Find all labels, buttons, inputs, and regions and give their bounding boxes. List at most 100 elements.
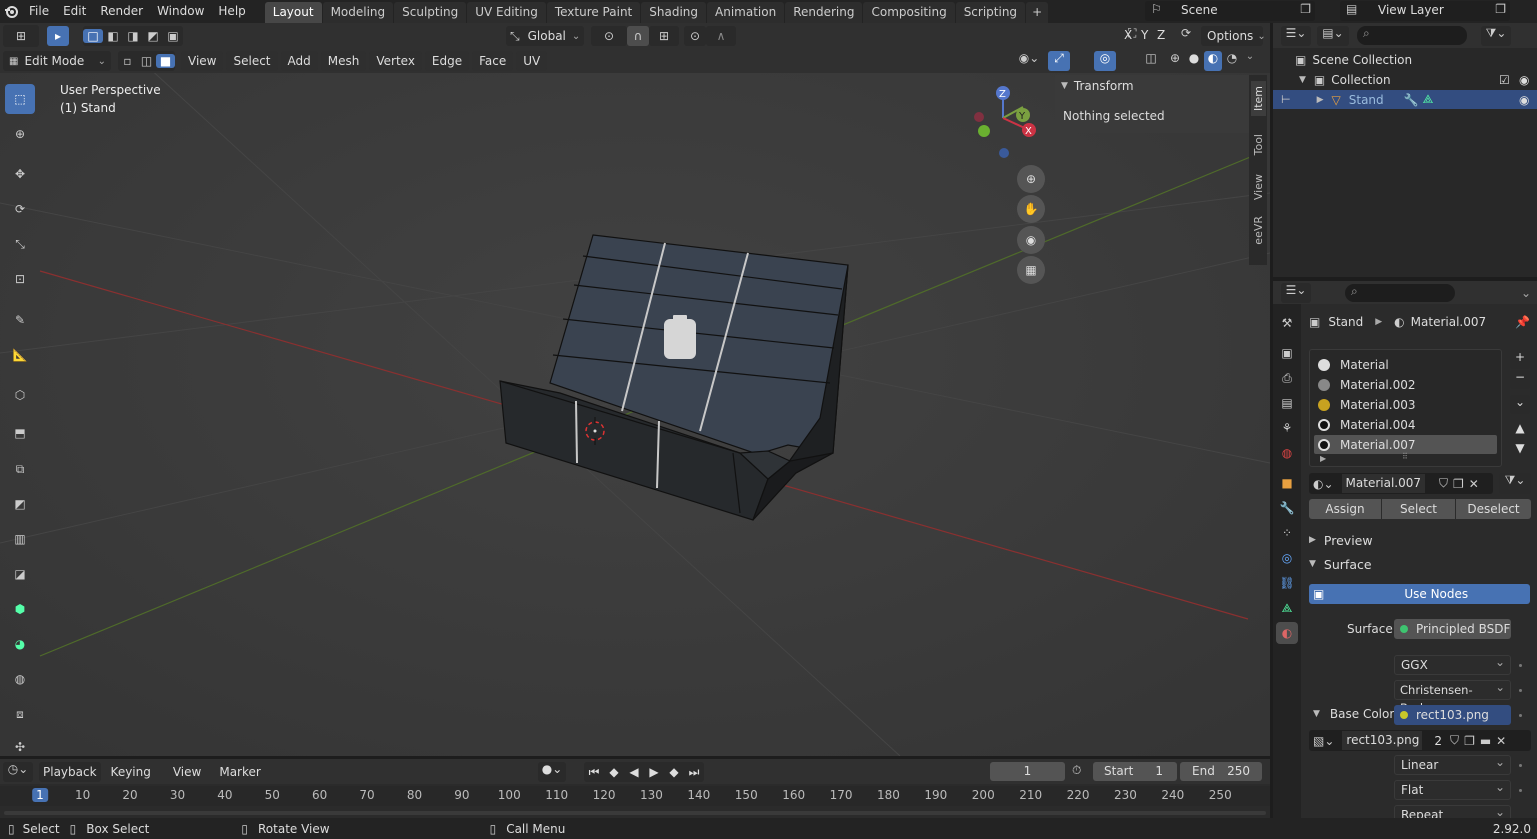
timeline-scrollbar[interactable]: [4, 811, 1266, 815]
material-browse-icon[interactable]: ◐⌄: [1313, 477, 1334, 491]
editor-type-icon[interactable]: ☰⌄: [1281, 282, 1311, 303]
expand-arrow-icon[interactable]: ▼: [1299, 75, 1306, 85]
collapse-arrow-icon[interactable]: ▼: [1061, 81, 1068, 91]
tool-icon[interactable]: ⊞: [3, 25, 39, 47]
tab-shading[interactable]: Shading: [641, 1, 706, 23]
blender-logo-icon[interactable]: [0, 0, 22, 23]
physics-tab-icon[interactable]: ◎: [1276, 547, 1298, 569]
use-nodes-button[interactable]: ▣ Use Nodes: [1309, 584, 1530, 604]
edge-slide-tool-icon[interactable]: ⧈: [5, 699, 35, 729]
menu-keying[interactable]: Keying: [107, 762, 155, 782]
material-slot[interactable]: Material.002: [1314, 375, 1497, 394]
collapse-arrow-icon[interactable]: ▼: [1313, 709, 1320, 719]
extrude-tool-icon[interactable]: ⬒: [5, 418, 35, 448]
filter-icon[interactable]: ⧩⌄: [1481, 25, 1511, 46]
material-name-field[interactable]: Material.007: [1341, 474, 1425, 493]
menu-uv[interactable]: UV: [516, 51, 548, 71]
smooth-tool-icon[interactable]: ◍: [5, 664, 35, 694]
vertex-select-icon[interactable]: ▫: [118, 54, 137, 68]
menu-playback[interactable]: Playback: [39, 761, 101, 782]
tab-uv-editing[interactable]: UV Editing: [467, 1, 546, 23]
tab-item[interactable]: Item: [1251, 81, 1266, 117]
cursor-tool-icon[interactable]: ⊕: [5, 119, 35, 149]
mode-new-icon[interactable]: □: [83, 29, 103, 43]
tab-view[interactable]: View: [1251, 171, 1266, 203]
particles-tab-icon[interactable]: ⁘: [1276, 522, 1298, 544]
shading-material-icon[interactable]: ◐: [1204, 51, 1222, 71]
fake-user-icon[interactable]: ⛉: [1439, 476, 1448, 491]
mirror-x-button[interactable]: X: [1124, 28, 1132, 42]
material-slots-list[interactable]: Material Material.002 Material.003 Mater…: [1309, 349, 1502, 467]
current-frame-field[interactable]: 1: [990, 762, 1065, 781]
end-frame-field[interactable]: End 250: [1180, 762, 1262, 781]
start-frame-field[interactable]: Start 1: [1093, 762, 1177, 781]
edge-select-icon[interactable]: ◫: [137, 54, 156, 68]
add-slot-button[interactable]: +: [1510, 350, 1530, 369]
image-users-count[interactable]: 2: [1434, 734, 1442, 748]
tab-compositing[interactable]: Compositing: [863, 1, 955, 23]
object-tab-icon[interactable]: ■: [1276, 472, 1298, 494]
menu-file[interactable]: File: [22, 0, 56, 23]
pivot-icon[interactable]: ⊙: [591, 26, 627, 46]
fake-user-icon[interactable]: ⛉: [1450, 733, 1459, 748]
interpolation-dropdown[interactable]: Linear: [1394, 753, 1511, 775]
editor-type-icon[interactable]: ◷⌄: [3, 761, 33, 782]
move-tool-icon[interactable]: ✥: [5, 159, 35, 189]
outliner-row-collection[interactable]: ▼ ▣ Collection ☑ ◉: [1273, 70, 1537, 89]
rotate-tool-icon[interactable]: ⟳: [5, 194, 35, 224]
base-color-field[interactable]: rect103.png: [1394, 705, 1511, 725]
scale-tool-icon[interactable]: ⤡: [5, 229, 35, 259]
annotate-tool-icon[interactable]: ✎: [5, 305, 35, 335]
snap-toggle-icon[interactable]: ∩: [627, 26, 649, 46]
modifier-tab-icon[interactable]: 🔧: [1276, 497, 1298, 519]
eye-icon[interactable]: ◉: [1519, 93, 1529, 107]
render-tab-icon[interactable]: ▣: [1276, 342, 1298, 364]
menu-face[interactable]: Face: [472, 51, 514, 71]
checkbox-icon[interactable]: ☑: [1499, 73, 1510, 87]
new-scene-icon[interactable]: ❐: [1300, 2, 1311, 16]
menu-mesh[interactable]: Mesh: [320, 51, 367, 71]
view-layer-tab-icon[interactable]: ▤: [1276, 392, 1298, 414]
jump-start-icon[interactable]: ⏮: [584, 765, 604, 780]
duplicate-icon[interactable]: ❐: [1464, 734, 1475, 748]
image-browse-icon[interactable]: ▧⌄: [1313, 734, 1334, 748]
tool-tab-icon[interactable]: ⚒: [1276, 312, 1298, 334]
material-slot[interactable]: Material: [1314, 355, 1497, 374]
menu-edit[interactable]: Edit: [56, 0, 93, 23]
slot-specials-button[interactable]: ⌄: [1510, 395, 1530, 414]
extension-dropdown[interactable]: Repeat: [1394, 803, 1511, 818]
inset-tool-icon[interactable]: ⧉: [5, 454, 35, 484]
menu-view[interactable]: View: [181, 51, 224, 71]
display-mode-icon[interactable]: ▤⌄: [1317, 25, 1349, 46]
bevel-tool-icon[interactable]: ◩: [5, 489, 35, 519]
menu-select[interactable]: Select: [226, 51, 278, 71]
play-icon[interactable]: ▶: [644, 765, 664, 779]
mode-subtract-icon[interactable]: ◨: [123, 29, 143, 43]
outliner-search-input[interactable]: ⌕: [1357, 26, 1467, 45]
menu-render[interactable]: Render: [93, 0, 150, 23]
distribution-dropdown[interactable]: GGX: [1394, 653, 1511, 675]
tab-modeling[interactable]: Modeling: [322, 1, 394, 23]
assign-button[interactable]: Assign: [1309, 499, 1381, 519]
remove-slot-button[interactable]: −: [1510, 370, 1530, 389]
mode-invert-icon[interactable]: ◩: [143, 29, 163, 43]
proportional-edit-icon[interactable]: ⊙: [684, 26, 706, 46]
surface-shader-field[interactable]: Principled BSDF: [1394, 619, 1511, 639]
mode-extend-icon[interactable]: ◧: [103, 29, 123, 43]
material-tab-icon[interactable]: ◐: [1276, 622, 1298, 644]
tab-texture-paint[interactable]: Texture Paint: [546, 1, 641, 23]
jump-end-icon[interactable]: ⏭: [684, 765, 704, 780]
tab-rendering[interactable]: Rendering: [785, 1, 863, 23]
unlink-icon[interactable]: ✕: [1469, 477, 1479, 491]
transform-panel-title[interactable]: Transform: [1074, 79, 1134, 93]
viewport[interactable]: User Perspective (1) Stand Z Y X ⊕ ✋ ◉ ▦…: [0, 23, 1270, 756]
auto-merge-icon[interactable]: ⟳: [1176, 26, 1196, 46]
view-layer-selector[interactable]: ▤ View Layer ❐: [1340, 1, 1510, 21]
tab-scripting[interactable]: Scripting: [955, 1, 1026, 23]
constraints-tab-icon[interactable]: ⛓: [1276, 572, 1298, 594]
list-expand-icon[interactable]: ▶: [1320, 454, 1326, 463]
stopwatch-icon[interactable]: ⏱: [1072, 763, 1081, 778]
world-tab-icon[interactable]: ◍: [1276, 442, 1298, 464]
preview-panel-header[interactable]: ▶ Preview: [1309, 530, 1531, 550]
frame-ruler[interactable]: 1 10 20 30 40 50 60 70 80 90 100 110 120 130 140 150 160…: [0, 786, 1270, 806]
